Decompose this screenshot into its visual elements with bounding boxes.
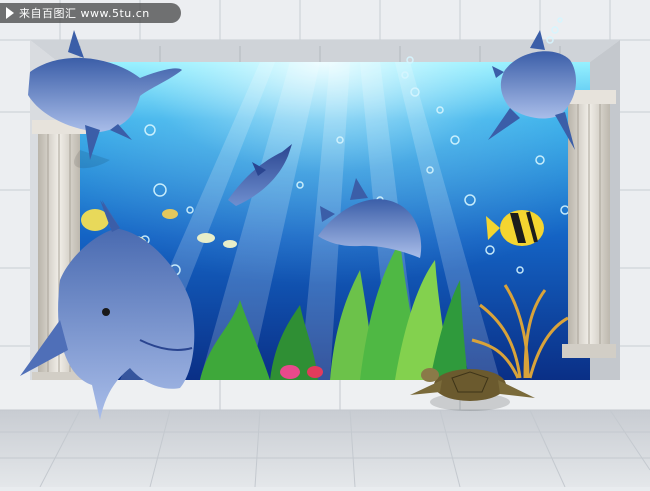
play-triangle-icon (6, 7, 14, 19)
mural-canvas (0, 0, 650, 488)
ocean-window-mural: 来自百图汇 www.5tu.cn (0, 0, 650, 488)
watermark-text: 来自百图汇 www.5tu.cn (19, 7, 150, 20)
right-column (562, 90, 616, 358)
watermark-badge: 来自百图汇 www.5tu.cn (0, 3, 181, 23)
